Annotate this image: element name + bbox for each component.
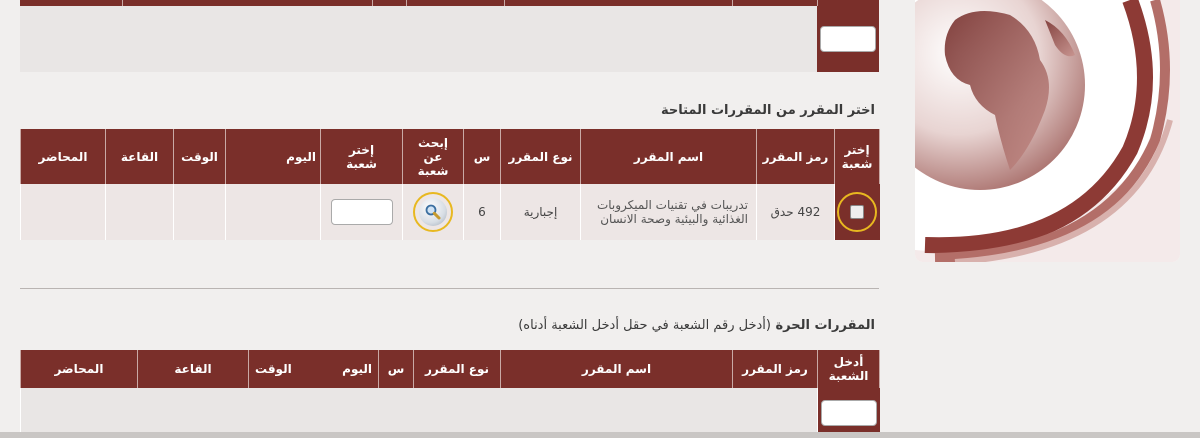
header-course-type: نوع المقرر xyxy=(413,350,501,388)
day-cell xyxy=(225,184,321,240)
free-courses-label: المقررات الحرة xyxy=(775,318,876,333)
header-course-code: رمز المقرر xyxy=(732,350,818,388)
header-course-name: اسم المقرر xyxy=(580,129,757,184)
header-day-time: اليوم الوقت xyxy=(248,350,379,388)
free-courses-table: أدخل الشعبة رمز المقرر اسم المقرر نوع ال… xyxy=(20,350,880,438)
top-section-cell xyxy=(817,6,879,72)
table-row: 492 حدق تدريبات في تقنيات الميكروبات الغ… xyxy=(20,184,880,240)
section-divider xyxy=(20,288,879,289)
header-day: اليوم xyxy=(342,362,372,376)
header-room: القاعة xyxy=(105,129,174,184)
top-section-input[interactable] xyxy=(820,26,876,52)
header-course-type: نوع المقرر xyxy=(500,129,581,184)
search-cell xyxy=(402,184,464,240)
header-course-name: اسم المقرر xyxy=(500,350,733,388)
lecturer-cell xyxy=(20,184,106,240)
bottom-edge xyxy=(0,432,1200,438)
globe-logo xyxy=(915,0,1180,262)
top-table-body xyxy=(20,6,879,72)
main-content: اختر المقرر من المقررات المتاحة إختر شعب… xyxy=(0,0,895,438)
section-input-cell xyxy=(320,184,403,240)
time-cell xyxy=(173,184,226,240)
header-lecturer: المحاضر xyxy=(20,350,138,388)
logo-panel xyxy=(915,0,1180,262)
header-lecturer: المحاضر xyxy=(20,129,106,184)
free-courses-title: المقررات الحرة (أدخل رقم الشعبة في حقل أ… xyxy=(518,318,875,333)
section-input[interactable] xyxy=(330,199,393,225)
table-row xyxy=(20,388,880,438)
select-cell xyxy=(834,184,880,240)
header-room: القاعة xyxy=(137,350,249,388)
header-select-section: إختر شعبة xyxy=(834,129,880,184)
header-time: الوقت xyxy=(255,362,292,376)
course-type-cell: إجبارية xyxy=(500,184,581,240)
magnifier-icon xyxy=(425,204,441,220)
header-enter-section: أدخل الشعبة xyxy=(817,350,880,388)
header-search-section: إبحث عن شعبة xyxy=(402,129,464,184)
course-code-cell: 492 حدق xyxy=(756,184,835,240)
select-checkbox[interactable] xyxy=(850,205,865,219)
enter-section-cell xyxy=(817,388,880,438)
free-courses-note: (أدخل رقم الشعبة في حقل أدخل الشعبة أدنا… xyxy=(518,318,771,333)
available-courses-table: إختر شعبة رمز المقرر اسم المقرر نوع المق… xyxy=(20,129,880,240)
header-time: الوقت xyxy=(173,129,226,184)
available-courses-title: اختر المقرر من المقررات المتاحة xyxy=(660,103,875,118)
search-section-button[interactable] xyxy=(419,198,447,226)
header-hours: س xyxy=(378,350,414,388)
free-section-input[interactable] xyxy=(820,400,877,426)
room-cell xyxy=(105,184,174,240)
course-name-cell: تدريبات في تقنيات الميكروبات الغذائية وا… xyxy=(580,184,757,240)
header-course-code: رمز المقرر xyxy=(756,129,835,184)
hours-cell: 6 xyxy=(463,184,501,240)
header-choose-section: إختر شعبة xyxy=(320,129,403,184)
header-day: اليوم xyxy=(225,129,321,184)
header-hours: س xyxy=(463,129,501,184)
